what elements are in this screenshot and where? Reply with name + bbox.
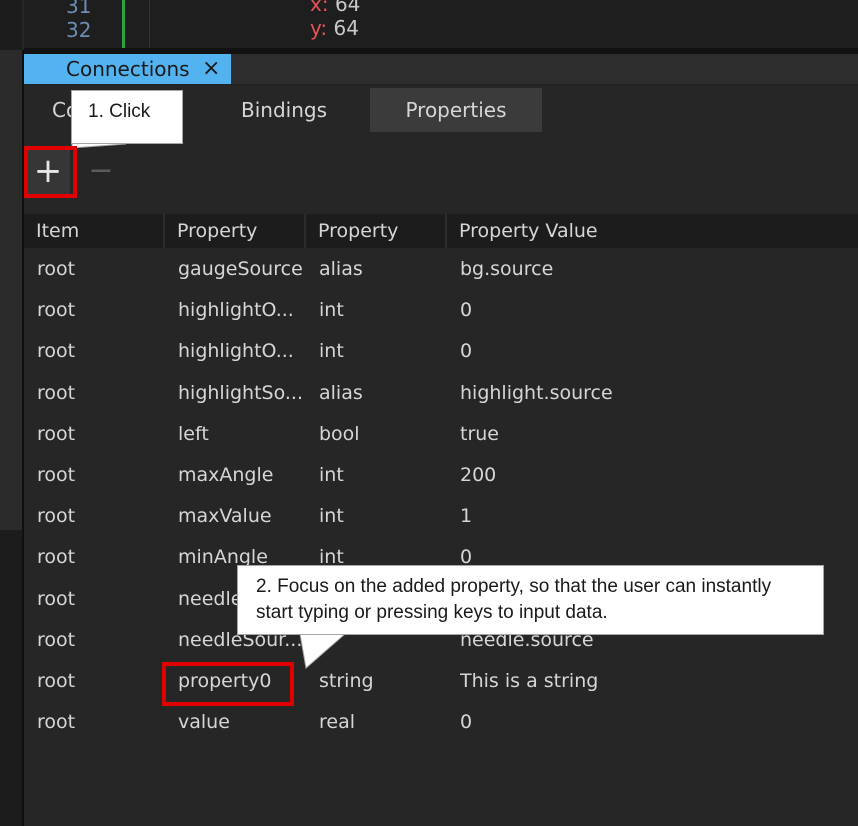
panel-tab-label: Connections bbox=[66, 57, 190, 81]
callout-step-1: 1. Click bbox=[71, 90, 183, 144]
indent-guide bbox=[149, 0, 150, 48]
cell-property[interactable]: maxValue bbox=[178, 496, 306, 537]
cell-property[interactable]: gaugeSource bbox=[178, 249, 306, 290]
table-row[interactable]: root highlightSo... alias highlight.source bbox=[24, 373, 858, 414]
table-row[interactable]: root property0 string This is a string bbox=[24, 661, 858, 702]
highlight-add-button bbox=[24, 146, 77, 198]
cell-item[interactable]: root bbox=[37, 702, 167, 743]
code-value: 64 bbox=[333, 16, 359, 40]
cell-value[interactable]: 0 bbox=[460, 331, 850, 372]
column-header-label: Item bbox=[36, 220, 80, 242]
code-value: 64 bbox=[334, 0, 361, 16]
cell-item[interactable]: root bbox=[37, 537, 167, 578]
cell-item[interactable]: root bbox=[37, 331, 167, 372]
cell-type[interactable]: int bbox=[319, 455, 447, 496]
tab-bindings-label: Bindings bbox=[241, 98, 327, 122]
cell-type[interactable]: real bbox=[319, 702, 447, 743]
cell-type[interactable]: string bbox=[319, 661, 447, 702]
cell-type[interactable]: bool bbox=[319, 414, 447, 455]
table-row[interactable]: root maxAngle int 200 bbox=[24, 455, 858, 496]
cell-value[interactable]: 0 bbox=[460, 702, 850, 743]
cell-type[interactable]: alias bbox=[319, 373, 447, 414]
cell-item[interactable]: root bbox=[37, 620, 167, 661]
cell-value[interactable]: bg.source bbox=[460, 249, 850, 290]
tab-properties[interactable]: Properties bbox=[370, 88, 542, 132]
cell-value[interactable]: This is a string bbox=[460, 661, 850, 702]
tab-bindings[interactable]: Bindings bbox=[198, 88, 370, 132]
column-header-property-type[interactable]: Property Type bbox=[306, 214, 447, 276]
cell-item[interactable]: root bbox=[37, 455, 167, 496]
cell-property[interactable]: highlightSo... bbox=[178, 373, 306, 414]
left-scrollbar-thumb[interactable] bbox=[0, 50, 22, 530]
line-number: 31 bbox=[66, 0, 92, 18]
table-row[interactable]: root highlightO... int 0 bbox=[24, 331, 858, 372]
callout-step-2: 2. Focus on the added property, so that … bbox=[237, 565, 824, 635]
table-row[interactable]: root highlightO... int 0 bbox=[24, 290, 858, 331]
line-number: 32 bbox=[66, 18, 92, 42]
cell-item[interactable]: root bbox=[37, 249, 167, 290]
cell-item[interactable]: root bbox=[37, 661, 167, 702]
code-editor-remnant: 31 32 x: 64 y: 64 bbox=[24, 0, 858, 48]
tab-connections-panel[interactable]: Connections × bbox=[24, 54, 231, 84]
code-key: y: bbox=[310, 16, 328, 40]
code-line: y: 64 bbox=[310, 16, 359, 40]
cell-value[interactable]: 200 bbox=[460, 455, 850, 496]
minus-icon: − bbox=[88, 153, 114, 188]
cell-value[interactable]: 0 bbox=[460, 290, 850, 331]
table-row[interactable]: root value real 0 bbox=[24, 702, 858, 743]
cell-item[interactable]: root bbox=[37, 496, 167, 537]
column-header-label: Property Value bbox=[459, 220, 598, 242]
close-icon[interactable]: × bbox=[202, 54, 220, 84]
remove-property-button[interactable]: − bbox=[84, 150, 118, 194]
cell-item[interactable]: root bbox=[37, 414, 167, 455]
cell-property[interactable]: maxAngle bbox=[178, 455, 306, 496]
table-row[interactable]: root maxValue int 1 bbox=[24, 496, 858, 537]
cell-type[interactable]: int bbox=[319, 331, 447, 372]
highlight-new-property bbox=[162, 662, 294, 706]
table-row[interactable]: root gaugeSource alias bg.source bbox=[24, 249, 858, 290]
cell-value[interactable]: highlight.source bbox=[460, 373, 850, 414]
tab-properties-label: Properties bbox=[405, 98, 507, 122]
left-scrollbar[interactable] bbox=[0, 0, 22, 826]
cell-value[interactable]: 1 bbox=[460, 496, 850, 537]
cell-type[interactable]: int bbox=[319, 290, 447, 331]
callout-text: start typing or pressing keys to input d… bbox=[256, 602, 608, 623]
column-header-property[interactable]: Property bbox=[165, 214, 306, 248]
change-marker bbox=[122, 0, 125, 48]
cell-property[interactable]: value bbox=[178, 702, 306, 743]
cell-type[interactable]: alias bbox=[319, 249, 447, 290]
code-key: x: bbox=[310, 0, 329, 16]
callout-text: 1. Click bbox=[88, 101, 151, 122]
column-header-label: Property bbox=[177, 220, 258, 242]
cell-item[interactable]: root bbox=[37, 579, 167, 620]
column-header-property-value[interactable]: Property Value bbox=[447, 214, 858, 248]
cell-property[interactable]: highlightO... bbox=[178, 290, 306, 331]
cell-property[interactable]: left bbox=[178, 414, 306, 455]
cell-property[interactable]: highlightO... bbox=[178, 331, 306, 372]
column-header-item[interactable]: Item bbox=[24, 214, 165, 248]
table-row[interactable]: root left bool true bbox=[24, 414, 858, 455]
cell-item[interactable]: root bbox=[37, 373, 167, 414]
cell-item[interactable]: root bbox=[37, 290, 167, 331]
cell-value[interactable]: true bbox=[460, 414, 850, 455]
callout-text: 2. Focus on the added property, so that … bbox=[256, 576, 772, 597]
code-line: x: 64 bbox=[310, 0, 360, 16]
cell-type[interactable]: int bbox=[319, 496, 447, 537]
